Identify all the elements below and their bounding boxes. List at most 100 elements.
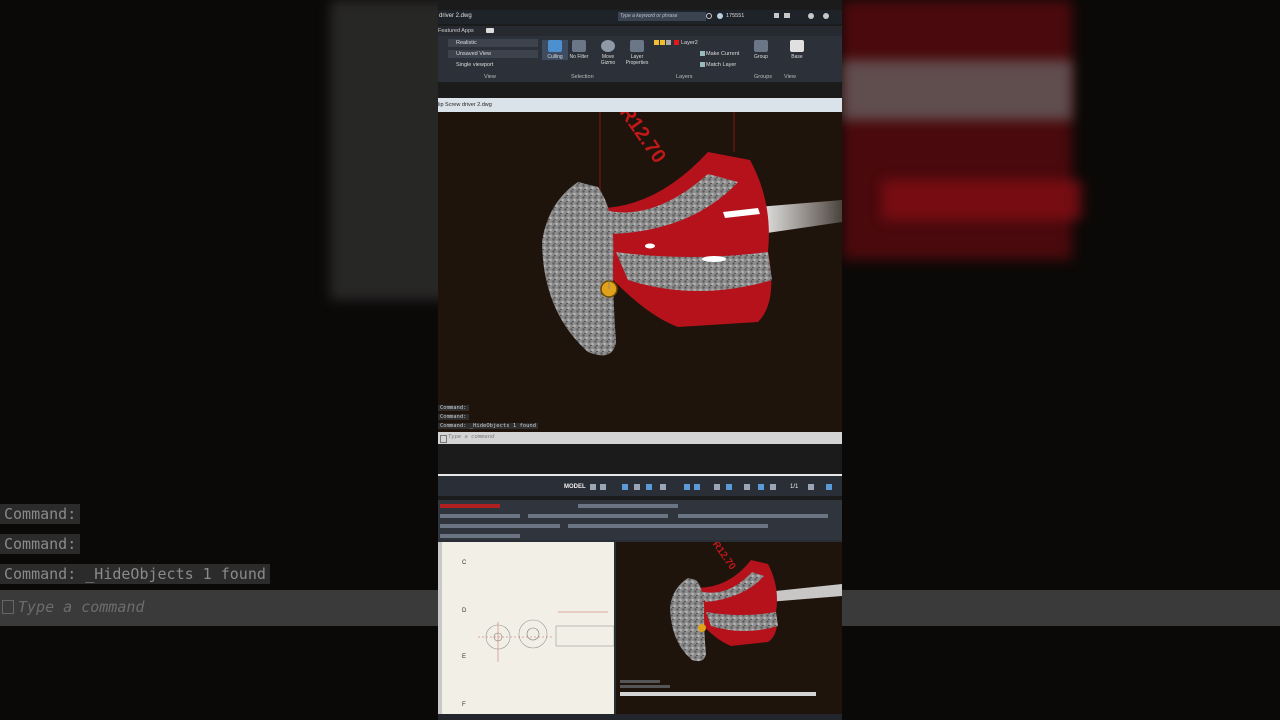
filter-icon xyxy=(572,40,586,52)
infer-icon[interactable] xyxy=(622,484,628,490)
base-button[interactable]: Base xyxy=(784,40,810,60)
thumbnail-2d-drawing xyxy=(478,611,614,662)
highlight xyxy=(702,256,726,262)
thumbnail-tabs xyxy=(440,504,500,508)
annotation-scale[interactable]: 1/1 xyxy=(790,484,798,490)
layer-properties-button[interactable]: Layer Properties xyxy=(624,40,650,66)
ribbon-panel: Realistic Unsaved View Single viewport V… xyxy=(438,36,842,82)
thumbnail-drawing-sheet: C D E F xyxy=(438,542,614,718)
annotation-visibility-icon[interactable] xyxy=(758,484,764,490)
ortho-icon[interactable] xyxy=(634,484,640,490)
cart-icon[interactable] xyxy=(774,13,779,18)
background-command-line: Command: xyxy=(0,534,81,554)
gizmo-icon[interactable] xyxy=(744,484,750,490)
thumbnail-tools xyxy=(678,514,828,518)
viewport-config-dropdown[interactable]: Single viewport xyxy=(448,61,518,69)
polar-icon[interactable] xyxy=(646,484,652,490)
group-icon xyxy=(754,40,768,52)
view2-panel-label: View xyxy=(784,74,796,80)
plus-icon[interactable] xyxy=(826,484,832,490)
background-command-line: Command: xyxy=(0,504,81,524)
search-icon[interactable] xyxy=(706,13,712,19)
user-icon[interactable] xyxy=(717,13,723,19)
make-current-icon xyxy=(700,51,705,57)
snap-icon[interactable] xyxy=(600,484,606,490)
isodraft-icon[interactable] xyxy=(660,484,666,490)
window-title: driver 2.dwg xyxy=(439,13,472,19)
command-history-line: Command: xyxy=(438,405,469,411)
layer-properties-icon xyxy=(630,40,644,52)
thumbnail-tools xyxy=(440,524,560,528)
thumbnail-tools xyxy=(568,524,768,528)
layer-color-swatch xyxy=(674,40,679,46)
command-history-line: Command: _HideObjects 1 found xyxy=(438,423,539,429)
full-screen-thumbnail: C D E F R12.70 xyxy=(438,500,842,720)
match-layer-button[interactable]: Match Layer xyxy=(700,62,736,68)
make-current-button[interactable]: Make Current xyxy=(700,51,739,57)
background-command-line: Command: _HideObjects 1 found xyxy=(0,564,270,584)
background-command-placeholder: Type a command xyxy=(18,598,145,616)
auto-scale-icon[interactable] xyxy=(770,484,776,490)
ribbon-spacer xyxy=(438,82,842,98)
thumbnail-status-bar xyxy=(438,714,842,720)
background-texture-blur xyxy=(882,180,1082,220)
groups-panel-label: Groups xyxy=(754,74,773,80)
named-view-dropdown[interactable]: Unsaved View xyxy=(448,50,538,58)
gizmo-icon xyxy=(601,40,615,52)
group-button[interactable]: Group xyxy=(748,40,774,60)
tab-featured-apps[interactable]: Featured Apps xyxy=(438,28,474,34)
selection-cycling-icon[interactable] xyxy=(726,484,732,490)
screwdriver-shaft xyxy=(758,200,842,234)
command-prompt-icon xyxy=(440,435,447,443)
autocad-window: driver 2.dwg Type a keyword or phrase 17… xyxy=(438,0,842,720)
handle-end-cap xyxy=(542,182,616,356)
spacer xyxy=(438,444,842,474)
sun-icon xyxy=(660,40,665,46)
user-id: 175551 xyxy=(726,13,745,19)
background-texture-blur xyxy=(842,60,1072,120)
file-tab[interactable]: lip Screw driver 2.dwg xyxy=(438,98,842,112)
grid-icon[interactable] xyxy=(590,484,596,490)
help-icon[interactable] xyxy=(808,13,814,19)
status-bar: MODEL 1/1 xyxy=(438,474,842,496)
osnap-icon[interactable] xyxy=(684,484,690,490)
command-line[interactable]: Type a command xyxy=(438,432,842,444)
command-history-line: Command: xyxy=(438,414,469,420)
command-prompt-icon xyxy=(2,600,14,614)
layer-dropdown[interactable]: Layer2 xyxy=(654,40,698,46)
thumbnail-ribbon xyxy=(438,500,842,540)
gear-icon[interactable] xyxy=(808,484,814,490)
screwdriver-model: R12.70 xyxy=(542,112,842,356)
minimize-icon[interactable] xyxy=(823,13,829,19)
thumbnail-screwdriver: R12.70 xyxy=(620,542,842,696)
culling-icon xyxy=(548,40,562,52)
model-space-button[interactable]: MODEL xyxy=(564,484,586,490)
selection-panel-label: Selection xyxy=(571,74,594,80)
thumbnail-viewport: R12.70 xyxy=(616,542,842,714)
background-object-blur xyxy=(330,0,438,300)
thumbnail-tools xyxy=(440,534,520,538)
visual-style-dropdown[interactable]: Realistic xyxy=(448,39,538,47)
toggle-icon[interactable] xyxy=(486,28,494,33)
command-input[interactable]: Type a command xyxy=(448,434,494,440)
background-command-bar-right xyxy=(842,590,1280,626)
otrack-icon[interactable] xyxy=(694,484,700,490)
lineweight-icon[interactable] xyxy=(714,484,720,490)
layers-panel-label: Layers xyxy=(676,74,693,80)
no-filter-button[interactable]: No Filter xyxy=(566,40,592,60)
move-gizmo-button[interactable]: Move Gizmo xyxy=(595,40,621,66)
thumbnail-tools xyxy=(440,514,520,518)
thumbnail-tools xyxy=(528,514,668,518)
background-left: Command: Command: Command: _HideObjects … xyxy=(0,0,438,720)
search-input[interactable]: Type a keyword or phrase xyxy=(618,12,706,21)
title-bar: driver 2.dwg Type a keyword or phrase 17… xyxy=(438,10,842,24)
highlight xyxy=(645,243,655,249)
match-layer-icon xyxy=(700,62,705,68)
3d-viewport[interactable]: R12.70 Command: Command: Command: _HideO… xyxy=(438,112,842,432)
culling-button[interactable]: Culling xyxy=(542,40,568,60)
lock-icon xyxy=(666,40,671,46)
autodesk-a-icon[interactable] xyxy=(784,13,790,18)
engraving-text: R12.70 xyxy=(615,112,670,167)
svg-text:R12.70: R12.70 xyxy=(710,542,738,572)
ribbon-tabs: Featured Apps xyxy=(438,26,842,36)
